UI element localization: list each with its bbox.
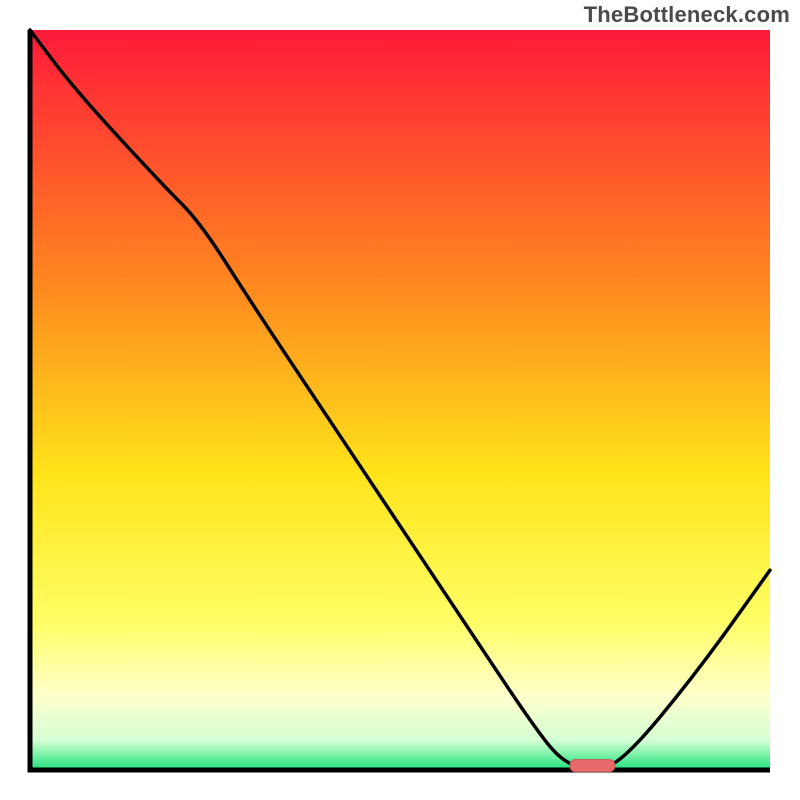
gradient-background	[30, 30, 770, 770]
optimum-marker	[570, 760, 614, 772]
chart-svg	[0, 0, 800, 800]
plot-area	[30, 30, 770, 772]
chart-container: TheBottleneck.com	[0, 0, 800, 800]
